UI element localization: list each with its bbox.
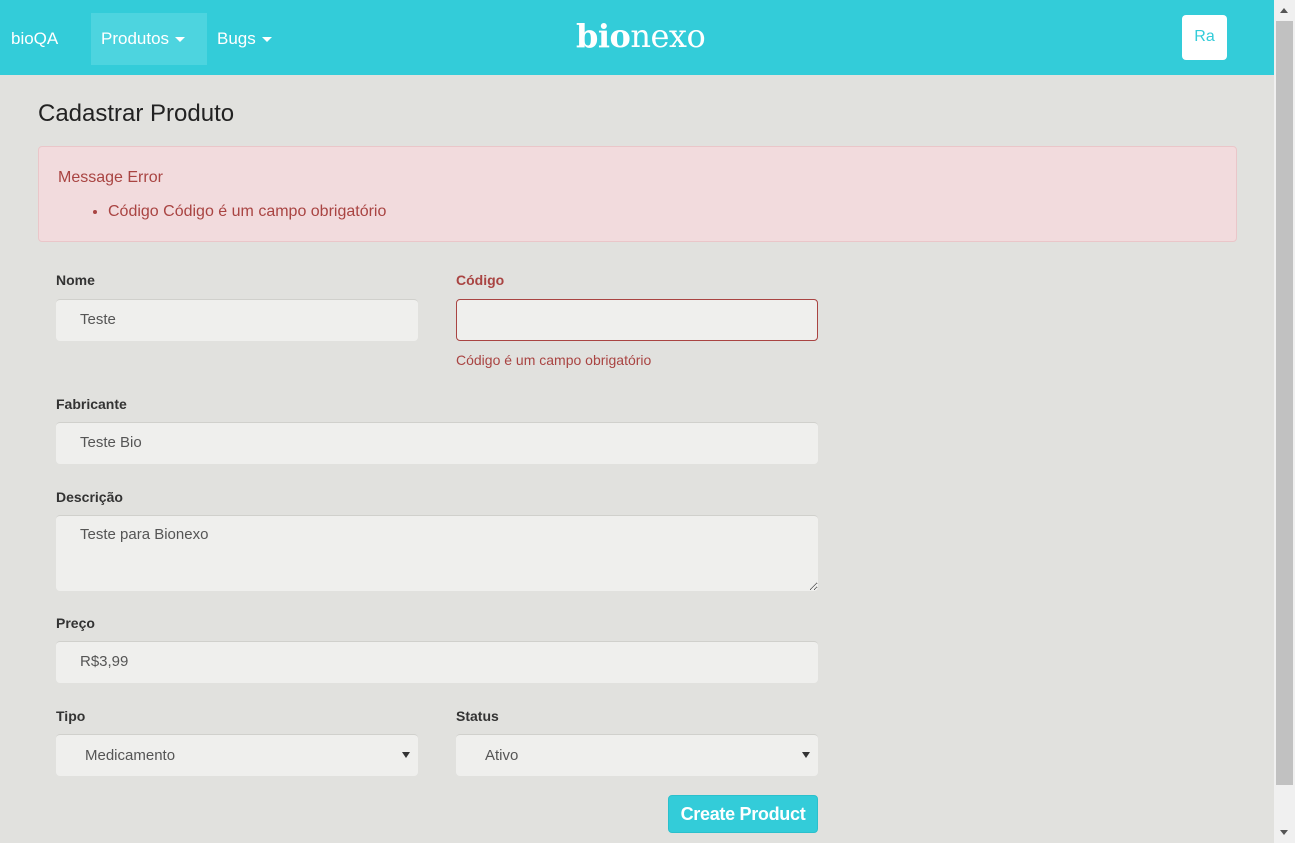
nav-produtos-dropdown[interactable]: Produtos	[91, 13, 207, 65]
scrollbar-thumb[interactable]	[1276, 21, 1293, 785]
tipo-label: Tipo	[56, 708, 86, 724]
status-select[interactable]: Ativo	[456, 734, 818, 776]
chevron-down-icon	[175, 37, 186, 43]
scroll-up-arrow-icon[interactable]	[1280, 8, 1288, 13]
brand-link[interactable]: bioQA	[11, 28, 58, 50]
status-label: Status	[456, 708, 499, 724]
create-product-button[interactable]: Create Product	[668, 795, 818, 833]
fabricante-label: Fabricante	[56, 396, 127, 412]
dropdown-arrow-icon	[802, 752, 810, 758]
status-selected-value: Ativo	[485, 747, 519, 764]
dropdown-arrow-icon	[402, 752, 410, 758]
codigo-label: Código	[456, 272, 505, 288]
vertical-scrollbar[interactable]	[1274, 0, 1295, 843]
descricao-label: Descrição	[56, 489, 123, 505]
error-alert: Message Error Código Código é um campo o…	[38, 146, 1237, 242]
tipo-select[interactable]: Medicamento	[56, 734, 418, 776]
nome-label: Nome	[56, 272, 95, 288]
preco-input[interactable]: R$3,99	[56, 641, 818, 683]
top-navbar: bioQA Produtos Bugs bionexo Ra	[0, 0, 1274, 75]
tipo-selected-value: Medicamento	[85, 747, 176, 764]
nav-bugs-label: Bugs	[217, 29, 256, 48]
alert-title: Message Error	[58, 169, 163, 186]
preco-label: Preço	[56, 615, 95, 631]
user-avatar-button[interactable]: Ra	[1182, 15, 1227, 60]
bionexo-logo: bionexo	[576, 17, 706, 55]
codigo-error-message: Código é um campo obrigatório	[456, 352, 652, 368]
fabricante-input[interactable]: Teste Bio	[56, 422, 818, 464]
alert-message-item: Código Código é um campo obrigatório	[108, 202, 386, 222]
descricao-textarea[interactable]	[56, 515, 818, 591]
codigo-input[interactable]	[456, 299, 818, 341]
nav-produtos-label: Produtos	[101, 29, 170, 48]
alert-message-list: Código Código é um campo obrigatório	[108, 202, 386, 222]
page-title: Cadastrar Produto	[38, 100, 235, 127]
scroll-down-arrow-icon[interactable]	[1280, 830, 1288, 835]
chevron-down-icon	[261, 37, 272, 43]
nav-bugs-dropdown[interactable]: Bugs	[207, 13, 282, 65]
nome-input[interactable]: Teste	[56, 299, 418, 341]
